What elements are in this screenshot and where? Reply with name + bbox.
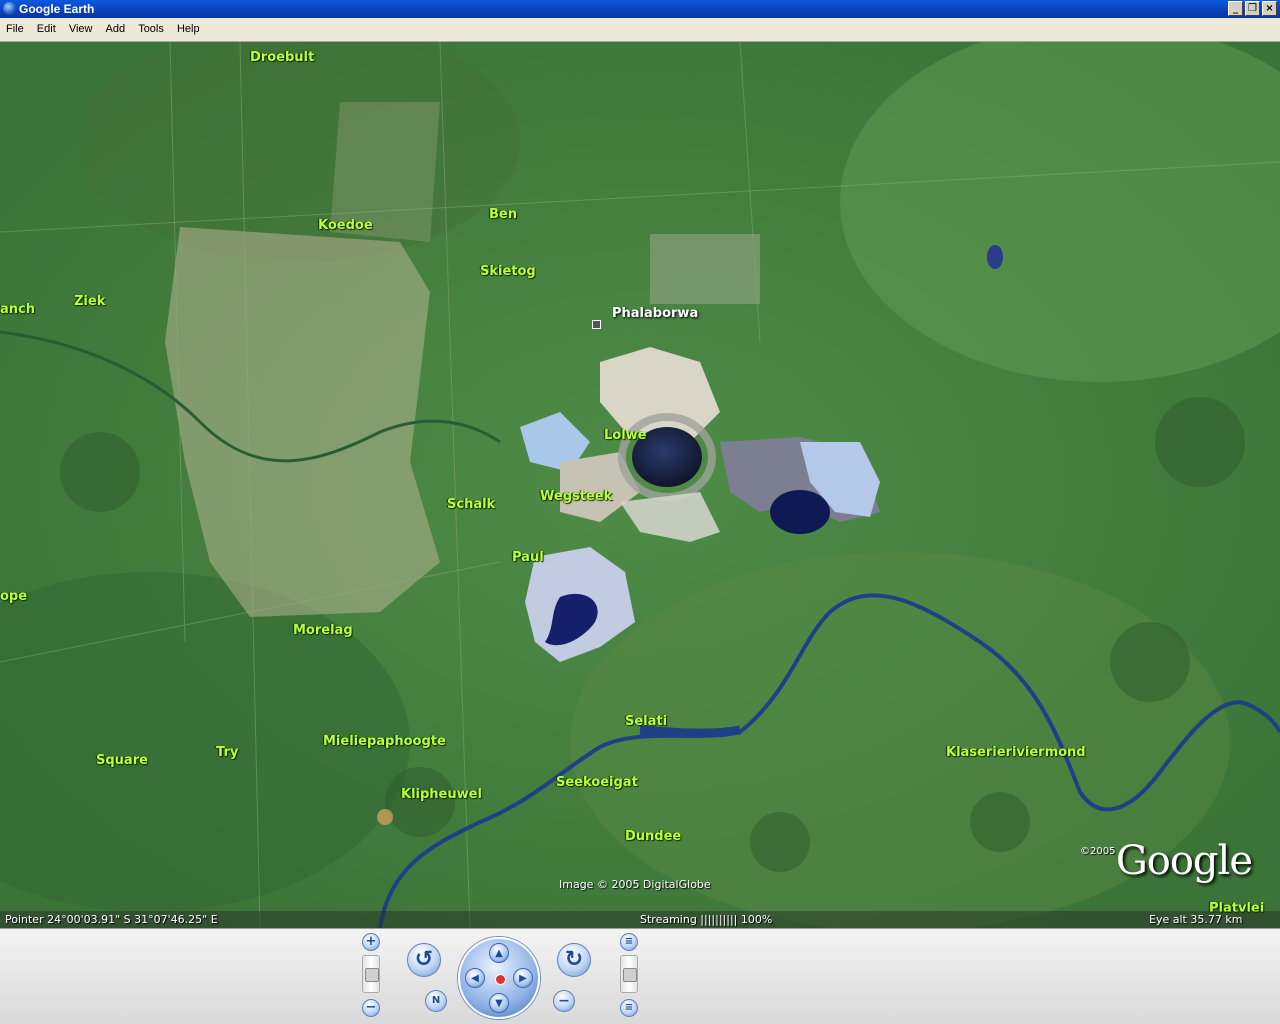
minimize-button[interactable]: _ [1228,1,1243,16]
center-dot-icon[interactable] [495,974,506,985]
town-marker-icon [592,320,601,329]
label-seekoeigat[interactable]: Seekoeigat [556,775,638,790]
navigation-controls: + − ↺ N ▲ ▼ ◀ ▶ ↻ − ≡ ≡ [0,928,1280,1024]
label-morelag[interactable]: Morelag [293,623,353,638]
north-up-icon[interactable]: N [425,990,447,1012]
pan-dpad[interactable]: ▲ ▼ ◀ ▶ [458,937,540,1019]
google-earth-icon [3,2,16,15]
map-view[interactable]: Droebult Ben Koedoe Skietog anch Ziek Ph… [0,42,1280,928]
restore-button[interactable]: ❐ [1245,1,1260,16]
label-dundee[interactable]: Dundee [625,829,681,844]
pan-left-icon[interactable]: ◀ [465,968,485,988]
tilt-down-icon[interactable]: ≡ [620,999,638,1017]
label-ziek[interactable]: Ziek [74,294,105,309]
label-klaserieriviermond[interactable]: Klaserieriviermond [946,745,1086,760]
label-droebult[interactable]: Droebult [250,50,314,65]
label-paul[interactable]: Paul [512,550,544,565]
tilt-slider[interactable] [620,955,638,993]
menu-tools[interactable]: Tools [134,18,168,40]
pan-right-icon[interactable]: ▶ [513,968,533,988]
zoom-in-icon[interactable]: + [362,933,380,951]
menu-view[interactable]: View [65,18,97,40]
status-bar: Pointer 24°00'03.91" S 31°07'46.25" E St… [0,911,1280,928]
tilt-slider-knob[interactable] [623,968,637,982]
zoom-slider[interactable] [362,955,380,993]
menu-bar: File Edit View Add Tools Help [0,18,1280,42]
label-mieliepaphoogte[interactable]: Mieliepaphoogte [323,734,446,749]
zoom-slider-knob[interactable] [365,968,379,982]
close-button[interactable]: × [1262,1,1277,16]
menu-add[interactable]: Add [102,18,130,40]
rotate-left-icon[interactable]: ↺ [407,943,441,977]
label-square[interactable]: Square [96,753,148,768]
label-koedoe[interactable]: Koedoe [318,218,373,233]
label-anch[interactable]: anch [0,302,35,317]
image-credit: Image © 2005 DigitalGlobe [559,878,711,891]
zoom-out-round-icon[interactable]: − [553,990,575,1012]
window-title: Google Earth [19,2,95,16]
label-wegsteek[interactable]: Wegsteek [540,489,612,504]
menu-edit[interactable]: Edit [33,18,60,40]
pointer-coordinates: Pointer 24°00'03.91" S 31°07'46.25" E [5,913,218,926]
title-bar: Google Earth _ ❐ × [0,0,1280,18]
menu-file[interactable]: File [2,18,28,40]
label-schalk[interactable]: Schalk [447,497,495,512]
label-lolwe[interactable]: Lolwe [604,428,647,443]
pan-up-icon[interactable]: ▲ [489,943,509,963]
pan-down-icon[interactable]: ▼ [489,993,509,1013]
tilt-up-icon[interactable]: ≡ [620,933,638,951]
label-klipheuwel[interactable]: Klipheuwel [401,787,482,802]
label-phalaborwa[interactable]: Phalaborwa [612,306,698,321]
streaming-status: Streaming |||||||||| 100% [640,913,773,926]
rotate-right-icon[interactable]: ↻ [557,943,591,977]
label-ope[interactable]: ope [0,589,27,604]
label-ben[interactable]: Ben [489,207,517,222]
label-selati[interactable]: Selati [625,714,667,729]
satellite-imagery [0,42,1280,928]
label-try[interactable]: Try [216,745,238,760]
google-copyright: ©2005 [1080,846,1116,857]
label-skietog[interactable]: Skietog [480,264,536,279]
google-logo: Google [1115,838,1253,884]
eye-altitude: Eye alt 35.77 km [1149,913,1243,926]
zoom-out-icon[interactable]: − [362,999,380,1017]
menu-help[interactable]: Help [173,18,204,40]
